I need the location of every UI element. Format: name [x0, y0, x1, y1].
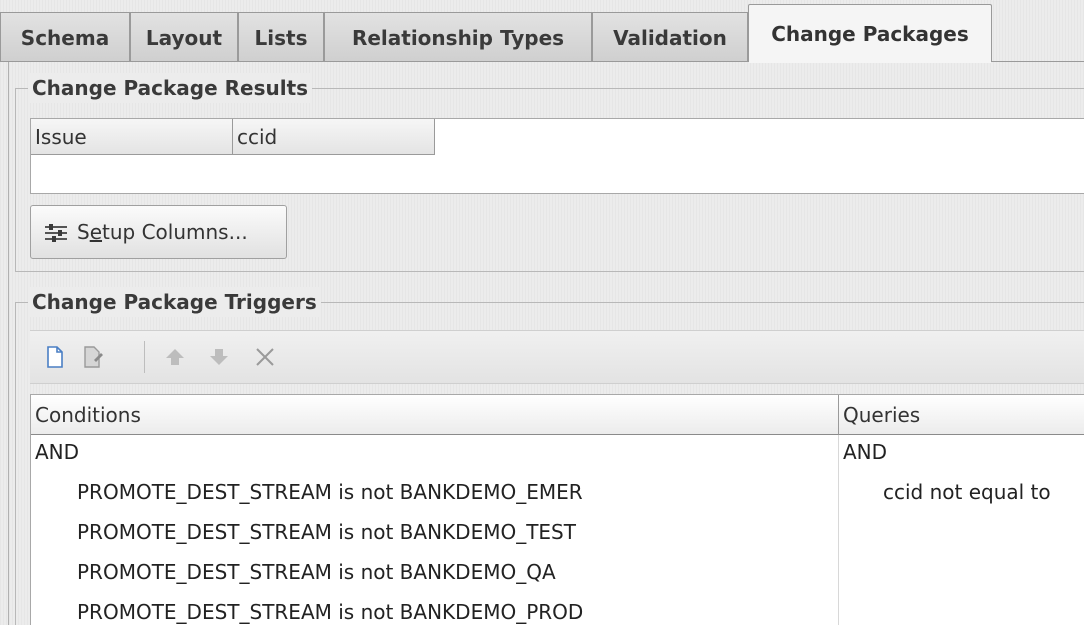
results-column-issue[interactable]: Issue — [31, 119, 233, 155]
triggers-group-title: Change Package Triggers — [28, 287, 321, 317]
column-divider — [838, 435, 839, 625]
results-table: Issue ccid — [30, 118, 1084, 194]
condition-item[interactable]: PROMOTE_DEST_STREAM is not BANKDEMO_EMER — [77, 477, 583, 507]
results-group-title: Change Package Results — [28, 73, 313, 103]
results-column-ccid[interactable]: ccid — [233, 119, 435, 155]
triggers-toolbar — [30, 330, 1084, 384]
setup-columns-button[interactable]: Setup Columns... — [30, 205, 287, 259]
triggers-table: Conditions Queries AND PROMOTE_DEST_STRE… — [30, 394, 1084, 625]
results-table-header: Issue ccid — [31, 119, 435, 155]
tab-layout[interactable]: Layout — [130, 12, 238, 62]
setup-columns-label: Setup Columns... — [77, 220, 248, 244]
conditions-operator[interactable]: AND — [35, 437, 79, 467]
tab-relationship-types[interactable]: Relationship Types — [324, 12, 592, 62]
setup-columns-icon — [43, 222, 69, 242]
condition-item[interactable]: PROMOTE_DEST_STREAM is not BANKDEMO_PROD — [77, 597, 583, 625]
query-item[interactable]: ccid not equal to — [883, 477, 1051, 507]
condition-item[interactable]: PROMOTE_DEST_STREAM is not BANKDEMO_TEST — [77, 517, 576, 547]
column-queries[interactable]: Queries — [839, 395, 1084, 435]
column-conditions[interactable]: Conditions — [31, 395, 839, 435]
edit-document-icon[interactable] — [76, 340, 110, 374]
tab-schema[interactable]: Schema — [0, 12, 130, 62]
triggers-table-header: Conditions Queries — [31, 395, 1084, 435]
move-up-icon[interactable] — [158, 340, 192, 374]
tab-strip: Schema Layout Lists Relationship Types V… — [0, 0, 1084, 63]
tab-validation[interactable]: Validation — [592, 12, 748, 62]
move-down-icon[interactable] — [202, 340, 236, 374]
tab-lists[interactable]: Lists — [238, 12, 324, 62]
toolbar-separator — [144, 341, 145, 373]
delete-icon[interactable] — [248, 340, 282, 374]
queries-operator[interactable]: AND — [843, 437, 887, 467]
condition-item[interactable]: PROMOTE_DEST_STREAM is not BANKDEMO_QA — [77, 557, 556, 587]
new-document-icon[interactable] — [38, 340, 72, 374]
tab-change-packages[interactable]: Change Packages — [748, 4, 992, 63]
change-packages-panel: Schema Layout Lists Relationship Types V… — [0, 0, 1084, 625]
